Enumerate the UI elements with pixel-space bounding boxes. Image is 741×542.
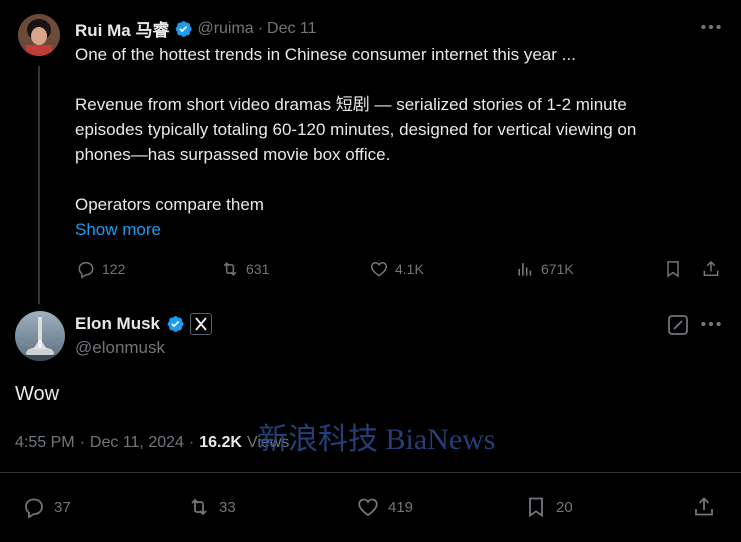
repost-count: 631 (246, 261, 270, 277)
like-button[interactable]: 419 (356, 495, 413, 519)
repost-button[interactable]: 631 (220, 259, 269, 279)
author-name[interactable]: Elon Musk (75, 314, 160, 334)
reply-button[interactable]: 122 (76, 259, 125, 279)
tweet-metadata: 4:55 PM · Dec 11, 2024 · 16.2K Views (15, 434, 289, 452)
tweet-date[interactable]: Dec 11 (267, 20, 317, 38)
separator-dot: · (257, 19, 264, 37)
more-horizontal-icon (701, 24, 721, 30)
grok-icon (668, 315, 688, 335)
tweet-full-date[interactable]: Dec 11, 2024 (90, 434, 184, 452)
analytics-icon (518, 263, 532, 276)
like-count: 4.1K (395, 261, 424, 277)
bookmark-button[interactable]: 20 (524, 495, 573, 519)
share-icon (695, 497, 713, 516)
bookmark-button[interactable] (663, 259, 683, 279)
tweet-paragraph: phones—has surpassed movie box office. (75, 145, 391, 164)
reply-count: 37 (54, 498, 71, 516)
view-count: 671K (541, 261, 574, 277)
main-tweet-text: Wow (15, 383, 60, 405)
avatar-ruima[interactable] (18, 14, 60, 56)
avatar-image (15, 311, 65, 361)
tweet-time[interactable]: 4:55 PM (15, 434, 75, 452)
view-count: 16.2K (199, 434, 242, 451)
bookmark-count: 20 (556, 498, 573, 516)
reply-button[interactable]: 37 (22, 495, 71, 519)
show-more-link[interactable]: Show more (75, 217, 735, 242)
bookmark-icon (529, 497, 543, 518)
main-tweet-header: Elon Musk (75, 313, 213, 335)
separator-dot: · (79, 434, 85, 451)
x-affiliate-badge-icon (190, 313, 213, 335)
more-horizontal-icon (701, 321, 721, 327)
heart-icon (370, 261, 388, 277)
divider (0, 472, 741, 473)
tweet-paragraph: Revenue from short video dramas 短剧 — ser… (75, 95, 627, 114)
reply-icon (78, 262, 94, 279)
repost-count: 33 (219, 498, 236, 516)
tweet-paragraph: episodes typically totaling 60-120 minut… (75, 120, 637, 139)
views-button[interactable]: 671K (515, 259, 574, 279)
tweet-paragraph: One of the hottest trends in Chinese con… (75, 45, 576, 64)
share-button[interactable] (701, 259, 721, 279)
tweet-paragraph: Operators compare them (75, 195, 264, 214)
like-count: 419 (388, 498, 414, 516)
author-handle[interactable]: @elonmusk (75, 338, 165, 358)
bookmark-icon (667, 261, 679, 278)
quoted-tweet-header: Rui Ma 马睿 @ruima · Dec 11 (75, 16, 317, 41)
verified-badge-icon (176, 20, 192, 37)
watermark-text: 新浪科技 BiaNews (258, 423, 496, 456)
avatar-elonmusk[interactable] (15, 311, 65, 361)
author-name[interactable]: Rui Ma 马睿 (75, 16, 169, 41)
author-handle[interactable]: @ruima (197, 20, 253, 38)
more-options-button[interactable] (698, 311, 724, 337)
avatar-image (18, 14, 60, 56)
like-button[interactable]: 4.1K (369, 259, 424, 279)
grok-button[interactable] (667, 314, 689, 336)
repost-icon (223, 262, 237, 276)
share-button[interactable] (692, 495, 716, 519)
share-icon (703, 260, 719, 276)
thread-line (38, 66, 40, 304)
repost-icon (191, 498, 207, 516)
more-options-button[interactable] (698, 14, 724, 40)
verified-badge-icon (167, 316, 184, 332)
separator-dot: · (188, 434, 195, 451)
reply-count: 122 (102, 261, 126, 277)
reply-icon (25, 498, 43, 519)
repost-button[interactable]: 33 (187, 495, 236, 519)
heart-icon (358, 498, 378, 517)
quoted-tweet-body: One of the hottest trends in Chinese con… (75, 42, 735, 242)
